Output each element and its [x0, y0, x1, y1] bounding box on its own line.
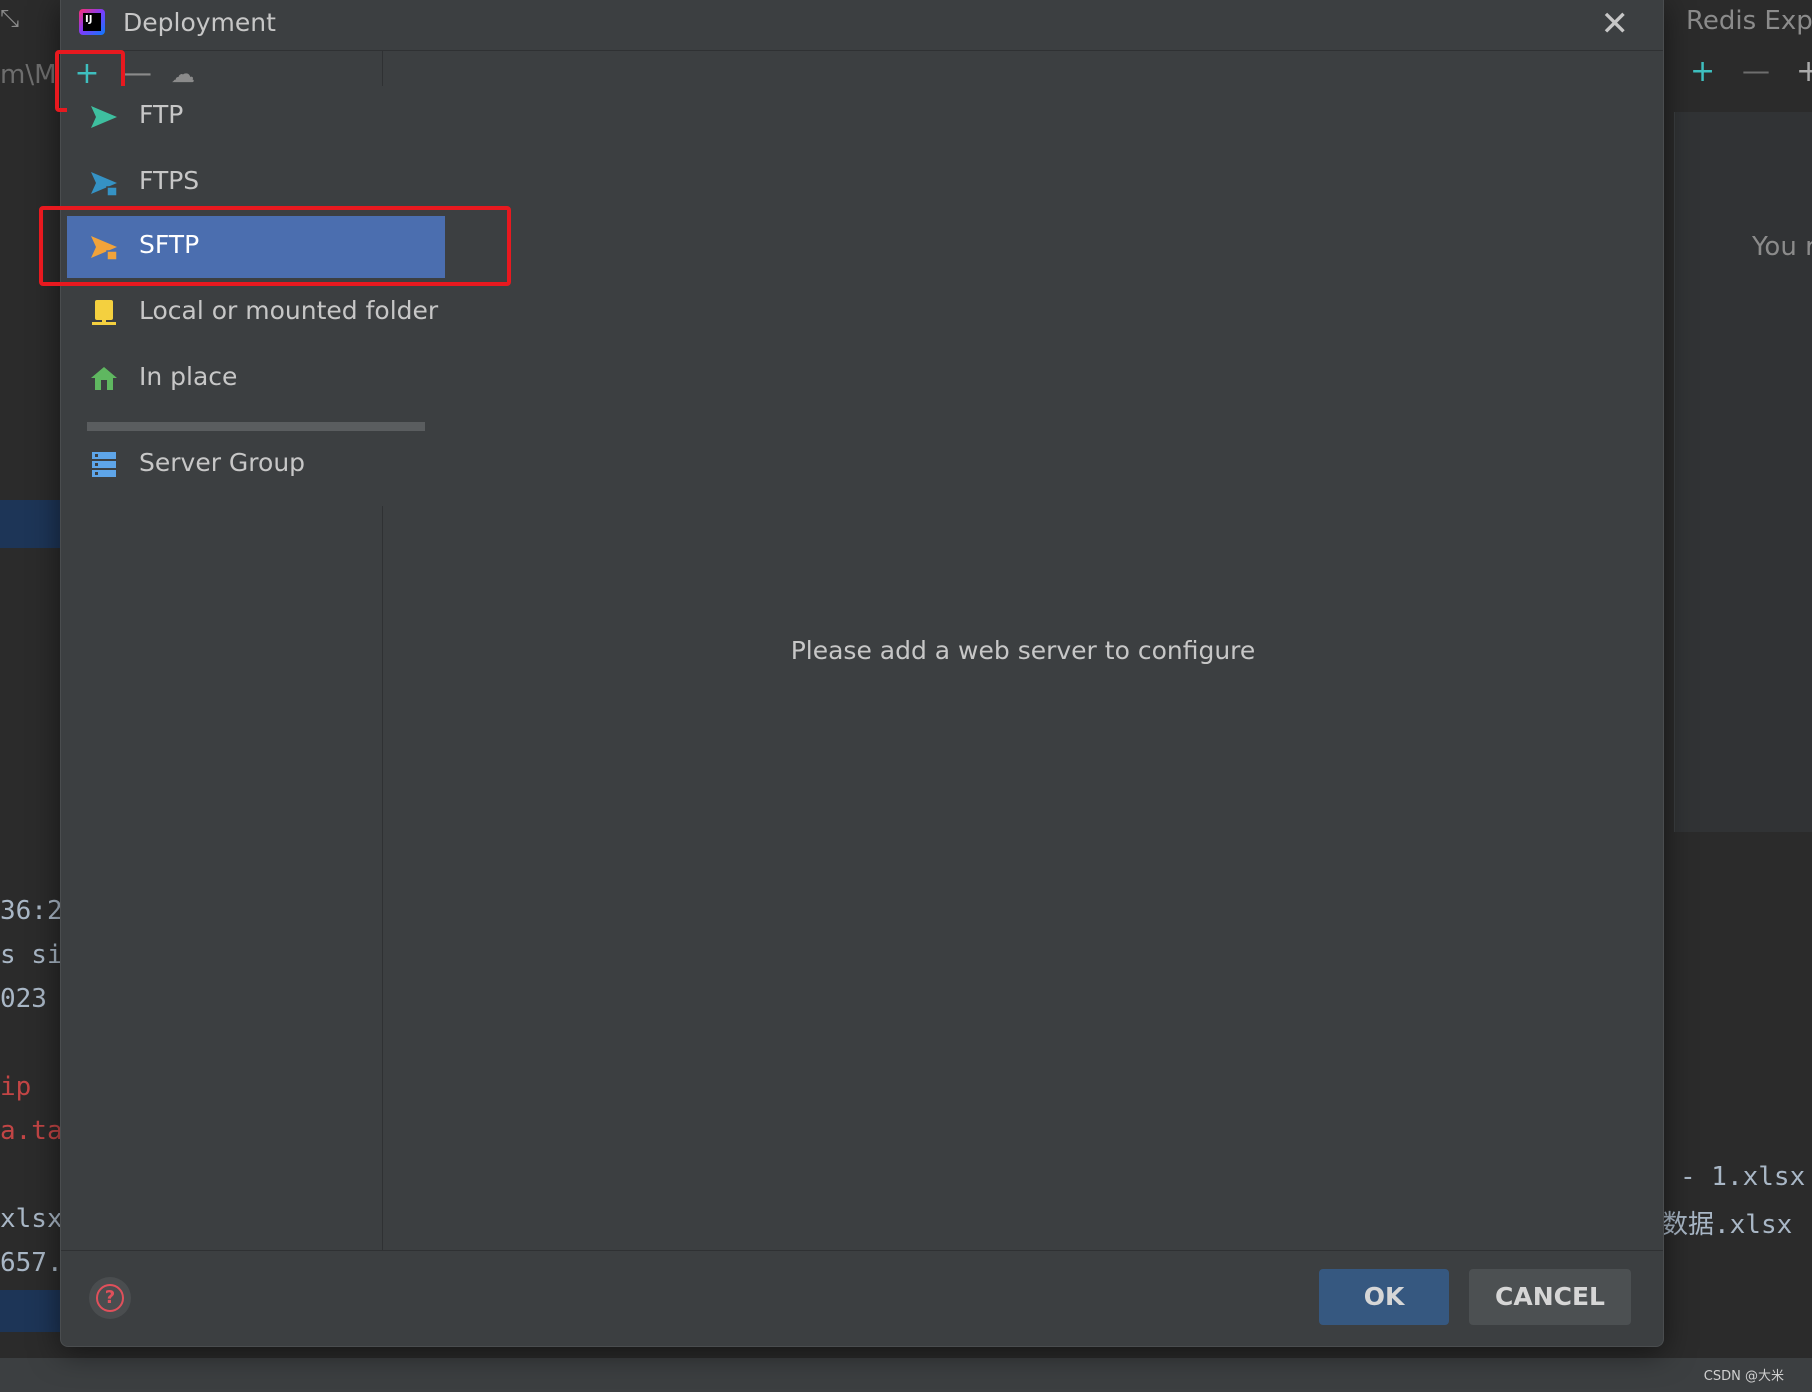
dialog-title: Deployment	[123, 8, 276, 37]
help-icon: ?	[96, 1284, 124, 1312]
menu-item-label: FTP	[139, 100, 184, 129]
ok-button[interactable]: OK	[1319, 1269, 1449, 1325]
add-server-popup: FTP FTPS SFTP Local or mounted folder In…	[67, 86, 445, 506]
ide-bottom-toolbar	[0, 1358, 1812, 1392]
redis-more-icon[interactable]: +	[1796, 54, 1812, 89]
code-line: xlsx	[0, 1204, 63, 1234]
dialog-titlebar: IJ Deployment ✕	[61, 0, 1663, 51]
intellij-logo-icon: IJ	[79, 9, 105, 35]
menu-separator	[87, 422, 425, 431]
left-path-text: m\M	[0, 60, 57, 90]
redis-explorer-panel	[1674, 112, 1812, 832]
menu-item-label: Server Group	[139, 448, 306, 477]
ide-right-panel: Redis Explo + — + You r - 1.xlsx 数据.xlsx	[1662, 0, 1812, 1392]
code-line: 023	[0, 984, 47, 1014]
watermark: CSDN @大米	[1703, 1369, 1784, 1384]
folder-icon	[92, 300, 116, 325]
menu-item-in-place[interactable]: In place	[67, 348, 445, 410]
menu-item-ftps[interactable]: FTPS	[67, 152, 445, 214]
cancel-button[interactable]: CANCEL	[1469, 1269, 1631, 1325]
code-line: 36:2	[0, 896, 63, 926]
code-line: s si	[0, 940, 63, 970]
help-button[interactable]: ?	[89, 1277, 131, 1319]
code-line: 657.	[0, 1248, 63, 1278]
ide-selected-row	[0, 500, 62, 548]
sftp-highlight	[39, 206, 511, 286]
empty-state-message: Please add a web server to configure	[790, 636, 1256, 665]
menu-item-label: Local or mounted folder	[139, 296, 439, 325]
menu-item-local-folder[interactable]: Local or mounted folder	[67, 282, 445, 344]
menu-item-label: In place	[139, 362, 238, 391]
close-icon[interactable]: ✕	[1601, 4, 1630, 44]
menu-item-server-group[interactable]: Server Group	[67, 434, 445, 496]
home-icon	[91, 367, 117, 390]
menu-item-ftp[interactable]: FTP	[67, 86, 445, 148]
server-group-icon	[92, 452, 116, 477]
menu-item-label: FTPS	[139, 166, 200, 195]
redis-hint-text: You r	[1752, 232, 1812, 262]
redis-add-icon[interactable]: +	[1690, 54, 1715, 89]
code-line: ip	[0, 1072, 32, 1102]
redis-explorer-title: Redis Explo	[1686, 6, 1812, 36]
deployment-dialog: IJ Deployment ✕ + — ☁ FTP FTPS SFTP Loca…	[39, 0, 1664, 1347]
file-name: - 1.xlsx	[1680, 1162, 1806, 1192]
code-line: a.ta	[0, 1116, 63, 1146]
dialog-footer: ? OK CANCEL	[61, 1250, 1663, 1347]
ftps-icon	[91, 172, 118, 197]
file-name: 数据.xlsx	[1662, 1210, 1793, 1240]
redis-remove-icon[interactable]: —	[1742, 54, 1770, 87]
collapse-icon[interactable]: ⤡	[0, 4, 19, 32]
ftp-icon	[91, 106, 117, 128]
